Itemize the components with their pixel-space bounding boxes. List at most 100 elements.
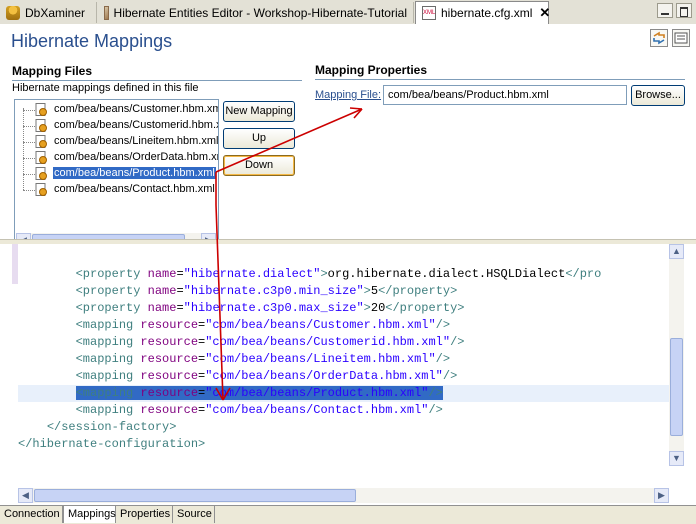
- hbm-file-icon: [35, 167, 47, 180]
- source-token: />: [435, 352, 451, 366]
- source-indent: [18, 301, 76, 315]
- source-token: >: [363, 301, 371, 315]
- source-vertical-scrollbar[interactable]: ▲ ▼: [669, 244, 684, 466]
- scroll-left-icon[interactable]: ◀: [18, 488, 33, 503]
- source-token: 20: [370, 301, 386, 315]
- help-button[interactable]: [672, 29, 690, 47]
- mapping-file-field[interactable]: [383, 85, 627, 105]
- mapping-properties-heading: Mapping Properties: [315, 63, 428, 77]
- source-line[interactable]: <mapping resource="com/bea/beans/Custome…: [18, 334, 669, 351]
- hbm-file-icon: [35, 183, 47, 196]
- list-item[interactable]: com/bea/beans/Customerid.hbm.xml: [15, 118, 218, 134]
- source-token: =: [176, 267, 184, 281]
- tab-mappings[interactable]: Mappings: [63, 506, 116, 523]
- source-token: org.hibernate.dialect.HSQLDialect: [327, 267, 566, 281]
- list-item[interactable]: com/bea/beans/OrderData.hbm.xml: [15, 150, 218, 166]
- browse-button[interactable]: Browse...: [631, 85, 685, 106]
- source-token: <mapping: [75, 403, 141, 417]
- source-indent: [18, 267, 76, 281]
- scrollbar-thumb[interactable]: [670, 338, 683, 436]
- scroll-right-icon[interactable]: ▶: [654, 488, 669, 503]
- mapping-files-heading: Mapping Files: [12, 64, 93, 78]
- tab-dbxaminer[interactable]: DbXaminer: [0, 2, 97, 23]
- editor-page-tabs: Connection Mappings Properties Source: [0, 505, 696, 524]
- list-item-selected[interactable]: com/bea/beans/Product.hbm.xml: [15, 166, 218, 182]
- list-item[interactable]: com/bea/beans/Customer.hbm.xml: [15, 102, 218, 118]
- source-indent: [18, 386, 76, 400]
- tab-properties[interactable]: Properties: [116, 506, 173, 523]
- source-token: <property: [75, 284, 148, 298]
- source-line[interactable]: </session-factory>: [18, 419, 669, 436]
- new-mapping-button[interactable]: New Mapping: [223, 101, 295, 122]
- mapping-files-list[interactable]: com/bea/beans/Customer.hbm.xml com/bea/b…: [14, 99, 219, 251]
- scroll-down-icon[interactable]: ▼: [669, 451, 684, 466]
- source-token: </pro: [565, 267, 602, 281]
- source-token: <mapping: [75, 335, 141, 349]
- source-token: </hibernate-configuration>: [18, 437, 206, 451]
- xml-source-pane: <property name="hibernate.dialect">org.h…: [0, 244, 696, 503]
- up-button[interactable]: Up: [223, 128, 295, 149]
- scroll-up-icon[interactable]: ▲: [669, 244, 684, 259]
- source-token: =: [176, 284, 184, 298]
- source-line[interactable]: <property name="hibernate.dialect">org.h…: [18, 266, 669, 283]
- source-line[interactable]: <mapping resource="com/bea/beans/Custome…: [18, 317, 669, 334]
- source-token: "com/bea/beans/Contact.hbm.xml": [205, 403, 429, 417]
- source-text: <mapping resource="com/bea/beans/Product…: [75, 386, 443, 400]
- source-text: <property name="hibernate.dialect">org.h…: [76, 267, 602, 281]
- list-item-label: com/bea/beans/Lineitem.hbm.xml: [54, 135, 219, 147]
- source-token: name: [147, 301, 177, 315]
- source-token: "com/bea/beans/Customerid.hbm.xml": [205, 335, 451, 349]
- source-text: <mapping resource="com/bea/beans/OrderDa…: [76, 369, 458, 383]
- source-token: name: [147, 267, 177, 281]
- editor-gutter: [0, 244, 18, 466]
- source-line-highlighted[interactable]: <mapping resource="com/bea/beans/Product…: [18, 385, 669, 402]
- list-item[interactable]: com/bea/beans/Contact.hbm.xml: [15, 182, 218, 198]
- scrollbar-thumb[interactable]: [34, 489, 356, 502]
- source-text: <mapping resource="com/bea/beans/Custome…: [76, 318, 450, 332]
- source-token: resource: [140, 318, 199, 332]
- source-token: resource: [140, 352, 199, 366]
- xml-source-code[interactable]: <property name="hibernate.dialect">org.h…: [18, 244, 669, 466]
- source-text: <mapping resource="com/bea/beans/Lineite…: [76, 352, 450, 366]
- minimize-icon: [661, 13, 669, 15]
- source-token: >: [363, 284, 371, 298]
- source-indent: [18, 318, 76, 332]
- minimize-button[interactable]: [657, 3, 673, 18]
- source-line[interactable]: </hibernate-configuration>: [18, 436, 669, 453]
- tree-connector: [23, 142, 35, 143]
- hbm-file-icon: [35, 119, 47, 132]
- source-line[interactable]: <mapping resource="com/bea/beans/Lineite…: [18, 351, 669, 368]
- tree-connector: [23, 110, 35, 111]
- refresh-button[interactable]: [650, 29, 668, 47]
- source-token: />: [428, 386, 443, 400]
- source-line[interactable]: <mapping resource="com/bea/beans/OrderDa…: [18, 368, 669, 385]
- tab-label: DbXaminer: [25, 5, 86, 20]
- tab-connection[interactable]: Connection: [0, 506, 63, 523]
- maximize-button[interactable]: [676, 3, 692, 18]
- source-token: 5: [370, 284, 379, 298]
- source-indent: [18, 352, 76, 366]
- source-horizontal-scrollbar[interactable]: ◀ ▶: [18, 488, 669, 503]
- down-button[interactable]: Down: [223, 155, 295, 176]
- list-item[interactable]: com/bea/beans/Lineitem.hbm.xml: [15, 134, 218, 150]
- list-item-label: com/bea/beans/Customerid.hbm.xml: [54, 119, 219, 131]
- window-controls: [657, 3, 692, 18]
- tab-source[interactable]: Source: [173, 506, 215, 523]
- source-token: "com/bea/beans/Customer.hbm.xml": [205, 318, 436, 332]
- close-icon[interactable]: ✕: [539, 5, 550, 21]
- source-token: >: [320, 267, 328, 281]
- source-token: "hibernate.c3p0.min_size": [183, 284, 364, 298]
- tab-hibernate-cfg-xml[interactable]: XML hibernate.cfg.xml ✕: [415, 1, 550, 24]
- source-token: <mapping: [75, 318, 141, 332]
- source-indent: [18, 335, 76, 349]
- source-line[interactable]: <property name="hibernate.c3p0.min_size"…: [18, 283, 669, 300]
- source-line[interactable]: <property name="hibernate.c3p0.max_size"…: [18, 300, 669, 317]
- source-text: </session-factory>: [47, 420, 177, 434]
- tab-hibernate-entities-editor[interactable]: Hibernate Entities Editor - Workshop-Hib…: [98, 2, 414, 23]
- source-line[interactable]: <mapping resource="com/bea/beans/Contact…: [18, 402, 669, 419]
- database-icon: [6, 5, 20, 20]
- editor-tab-strip: DbXaminer Hibernate Entities Editor - Wo…: [0, 0, 696, 25]
- source-token: />: [435, 318, 451, 332]
- mapping-file-link[interactable]: Mapping File:: [315, 89, 381, 101]
- source-token: "hibernate.dialect": [183, 267, 321, 281]
